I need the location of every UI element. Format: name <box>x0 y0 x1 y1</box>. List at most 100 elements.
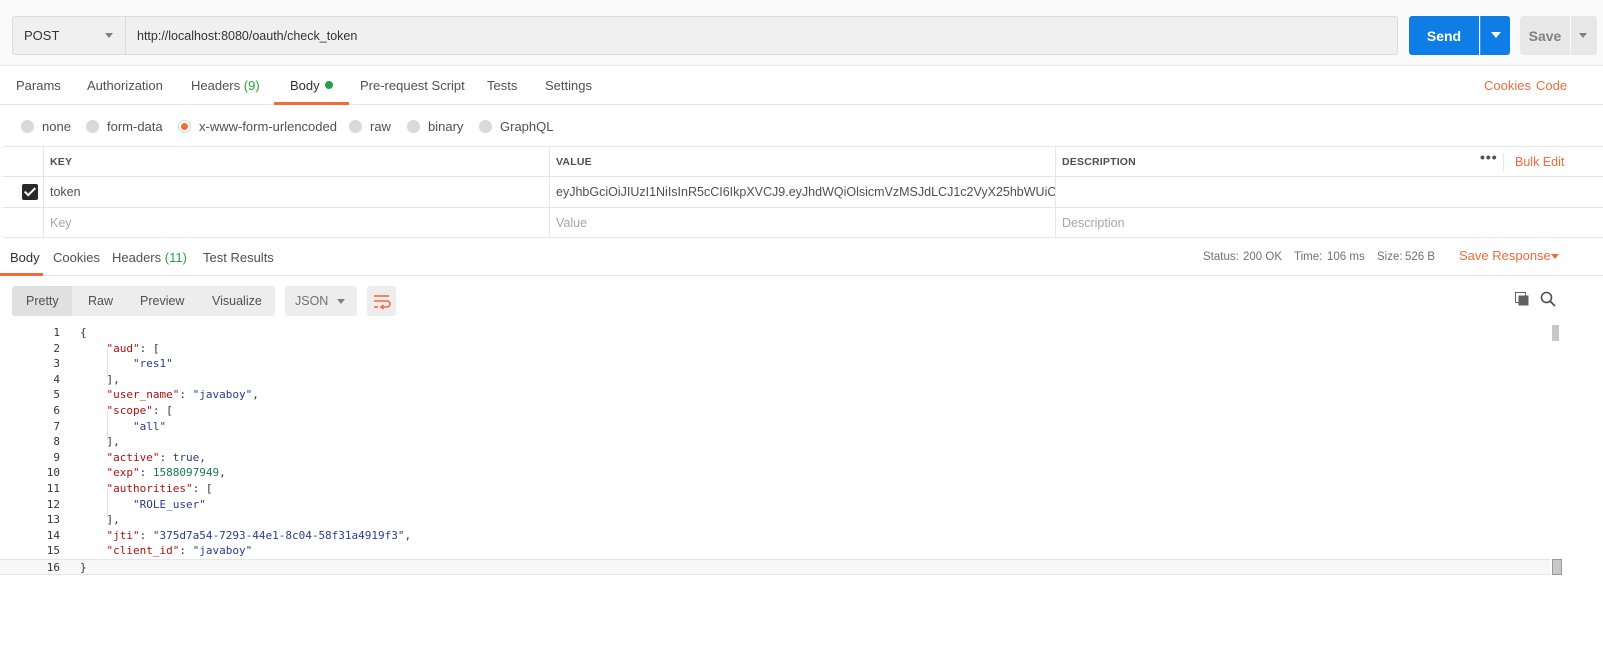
tab-body[interactable]: Body <box>274 67 349 105</box>
format-select[interactable]: JSON <box>285 286 357 316</box>
tab-headers-label: Headers <box>191 78 241 93</box>
params-table: KEY VALUE DESCRIPTION ••• Bulk Edit toke… <box>3 146 1603 242</box>
code-line: 2 "aud": [ <box>0 341 1550 357</box>
radio-graphql[interactable]: GraphQL <box>479 106 553 146</box>
code-text: "scope": [ <box>106 404 173 417</box>
size-value[interactable]: 526 B <box>1405 243 1435 273</box>
response-tab-test-results[interactable]: Test Results <box>203 243 274 276</box>
view-pretty-button[interactable]: Pretty <box>12 286 72 316</box>
code-text: "authorities": [ <box>106 482 213 495</box>
url-input[interactable]: http://localhost:8080/oauth/check_token <box>126 16 1398 55</box>
tab-settings[interactable]: Settings <box>545 67 592 105</box>
response-body-editor[interactable]: 1{2 "aud": [3 "res1" 4 ], 5 "user_name": "… <box>0 325 1603 649</box>
value-input[interactable]: Value <box>549 208 1055 237</box>
code-text: ], <box>80 372 120 386</box>
line-number: 6 <box>53 404 60 417</box>
bulk-edit-link[interactable]: Bulk Edit <box>1515 147 1564 177</box>
tab-prerequest-script[interactable]: Pre-request Script <box>360 67 465 105</box>
code-line: 15 "client_id": "javaboy" <box>0 543 1550 559</box>
description-cell[interactable] <box>1055 177 1603 207</box>
save-response-button[interactable]: Save Response <box>1459 243 1551 273</box>
table-header: KEY VALUE DESCRIPTION ••• Bulk Edit <box>3 146 1603 176</box>
code-line: 4 ], <box>0 372 1550 388</box>
radio-binary[interactable]: binary <box>407 106 463 146</box>
editor-scrollbar[interactable] <box>1552 325 1559 341</box>
row-checkbox[interactable] <box>22 184 38 200</box>
indent-guide <box>107 489 108 519</box>
radio-urlencoded[interactable]: x-www-form-urlencoded <box>178 106 337 146</box>
radio-graphql-label: GraphQL <box>500 118 554 134</box>
code-line: 16} <box>0 559 1550 575</box>
wrap-lines-icon <box>374 295 391 310</box>
radio-none-label: none <box>42 118 71 134</box>
tab-headers[interactable]: Headers (9) <box>191 67 260 105</box>
tab-tests[interactable]: Tests <box>487 67 517 105</box>
line-number: 12 <box>46 497 60 511</box>
radio-form-data-label: form-data <box>107 118 163 134</box>
line-number: 16 <box>46 561 60 574</box>
code-link[interactable]: Code <box>1536 67 1567 105</box>
cookies-link[interactable]: Cookies <box>1484 67 1531 105</box>
response-headers-count: (11) <box>164 250 187 265</box>
method-label: POST <box>24 28 60 43</box>
radio-binary-label: binary <box>428 118 464 134</box>
code-line: 8 ], <box>0 434 1550 450</box>
copy-icon[interactable] <box>1515 292 1529 306</box>
radio-none[interactable]: none <box>21 106 71 146</box>
indent-guide <box>107 348 108 378</box>
response-tab-headers[interactable]: Headers (11) <box>112 243 187 276</box>
line-number: 11 <box>46 482 60 495</box>
key-cell[interactable]: token <box>43 177 549 207</box>
time-value[interactable]: 106 ms <box>1327 243 1365 273</box>
tab-params[interactable]: Params <box>16 67 61 105</box>
line-number: 2 <box>53 341 60 355</box>
radio-circle <box>407 119 420 133</box>
wrap-lines-button[interactable] <box>367 286 396 316</box>
search-icon[interactable] <box>1540 291 1556 307</box>
response-tab-body[interactable]: Body <box>0 243 43 276</box>
line-number: 8 <box>53 435 60 449</box>
radio-circle <box>21 119 34 133</box>
send-button[interactable]: Send <box>1409 16 1479 55</box>
code-line: 6 "scope": [ <box>0 403 1550 419</box>
tab-authorization[interactable]: Authorization <box>87 67 163 105</box>
view-mode-group: Pretty Raw Preview Visualize <box>12 286 275 316</box>
line-number: 9 <box>53 450 60 464</box>
more-icon[interactable]: ••• <box>1480 149 1498 165</box>
code-text: "exp": 1588097949, <box>106 466 226 480</box>
line-number: 10 <box>46 466 60 480</box>
radio-raw-label: raw <box>370 118 391 134</box>
tab-body-label: Body <box>290 78 320 93</box>
code-text: "res1" <box>132 357 173 371</box>
line-number: 14 <box>46 528 60 542</box>
response-tab-cookies[interactable]: Cookies <box>53 243 100 276</box>
radio-form-data[interactable]: form-data <box>86 106 163 146</box>
code-text: "jti": "375d7a54-7293-44e1-8c04-58f31a49… <box>106 528 412 542</box>
description-input[interactable]: Description <box>1055 208 1603 237</box>
header-value: VALUE <box>549 147 1055 176</box>
code-line: 5 "user_name": "javaboy", <box>0 387 1550 403</box>
line-number: 5 <box>53 388 60 402</box>
key-input[interactable]: Key <box>43 208 549 237</box>
code-text: } <box>80 561 87 574</box>
editor-scrollbar-marker <box>1552 559 1562 575</box>
save-dropdown-button[interactable] <box>1571 16 1597 55</box>
chevron-down-icon <box>105 33 113 38</box>
view-visualize-button[interactable]: Visualize <box>212 286 262 316</box>
save-button[interactable]: Save <box>1520 16 1570 55</box>
chevron-down-icon[interactable] <box>1551 254 1559 259</box>
method-select[interactable]: POST <box>12 16 126 55</box>
status-value[interactable]: 200 OK <box>1243 243 1282 273</box>
code-line: 12 "ROLE_user" <box>0 497 1550 513</box>
indent-guide <box>107 411 108 441</box>
view-raw-button[interactable]: Raw <box>88 286 113 316</box>
view-preview-button[interactable]: Preview <box>140 286 184 316</box>
body-indicator-dot <box>324 81 333 89</box>
format-label: JSON <box>295 294 329 308</box>
code-text: { <box>80 326 87 339</box>
value-cell[interactable]: eyJhbGciOiJIUzI1NiIsInR5cCI6IkpXVCJ9.eyJ… <box>549 177 1055 207</box>
radio-raw[interactable]: raw <box>349 106 391 146</box>
line-number: 3 <box>53 357 60 371</box>
send-dropdown-button[interactable] <box>1480 16 1510 55</box>
code-line: 10 "exp": 1588097949, <box>0 465 1550 481</box>
